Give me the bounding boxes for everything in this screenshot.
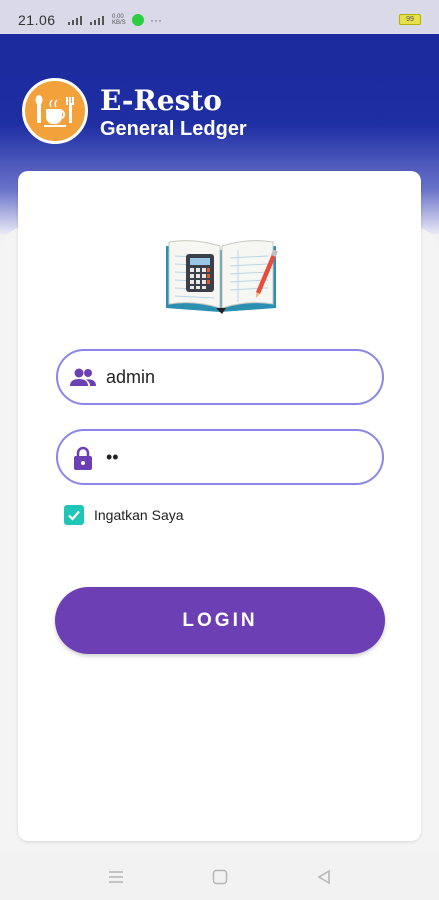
password-field[interactable] [56,429,384,485]
ledger-book-icon [166,240,278,314]
app-subtitle: General Ledger [100,118,247,140]
back-triangle-icon[interactable] [315,868,333,886]
more-icon: ··· [150,13,162,27]
system-nav-bar [0,852,439,900]
signal-icon [90,15,106,25]
status-icons: 0.00 KB/S ··· [68,13,162,27]
remember-me-row[interactable]: Ingatkan Saya [64,505,184,525]
username-input[interactable] [106,363,366,391]
app-logo [22,78,88,144]
status-time: 21.06 [18,12,56,28]
menu-icon[interactable] [107,868,125,886]
username-field[interactable] [56,349,384,405]
cup-icon [29,85,81,137]
battery-icon: 99 [399,14,421,25]
login-button[interactable]: LOGIN [55,587,385,654]
whatsapp-icon [132,14,144,26]
app-title: E-Resto [100,84,222,117]
people-icon [70,368,96,386]
home-square-icon[interactable] [211,868,229,886]
remember-checkbox[interactable] [64,505,84,525]
status-bar: 21.06 0.00 KB/S ··· 99 [0,0,439,34]
password-input[interactable] [106,443,366,471]
lock-icon [74,446,92,470]
remember-label: Ingatkan Saya [94,507,184,523]
signal-icon [68,15,84,25]
checkmark-icon [68,510,80,521]
network-speed: 0.00 KB/S [112,14,126,26]
